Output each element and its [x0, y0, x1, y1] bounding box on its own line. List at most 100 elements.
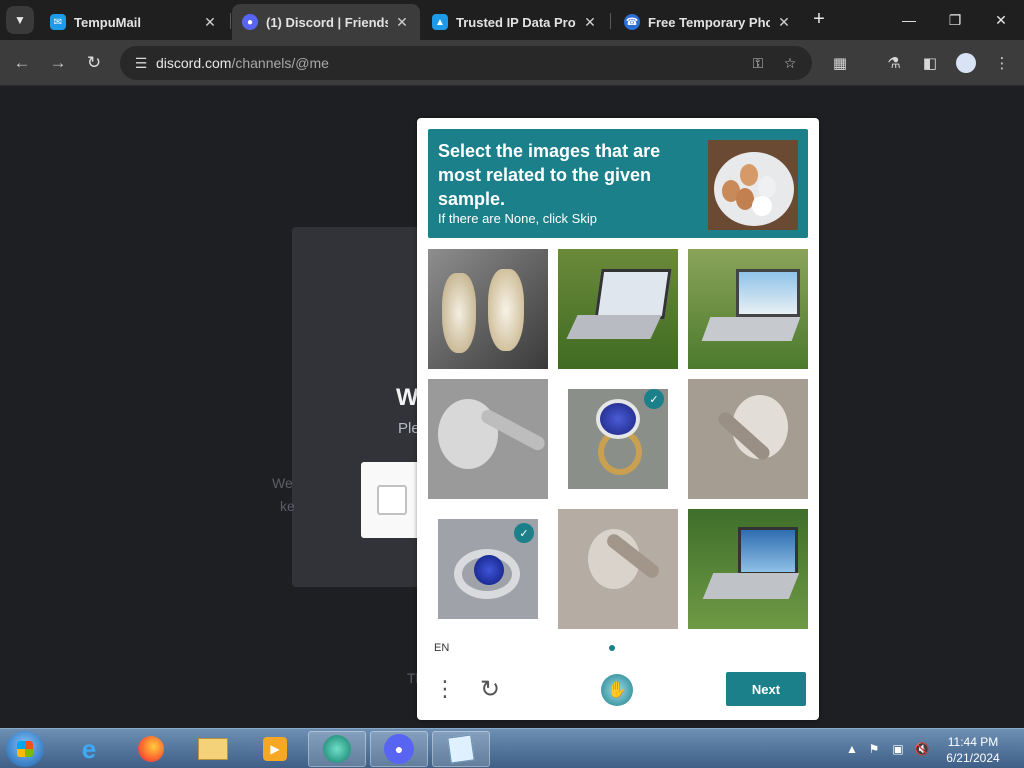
hcaptcha-checkbox[interactable]: [377, 485, 407, 515]
egg-shape: [758, 176, 776, 198]
faint-text: ke: [280, 498, 295, 514]
url-path: /channels/@me: [231, 55, 329, 71]
profile-avatar-icon[interactable]: [954, 51, 978, 75]
url-host: discord.com: [156, 55, 232, 71]
browser-menu-icon[interactable]: ⋮: [990, 51, 1014, 75]
sapphire-stone-shape: [596, 399, 640, 439]
laptop-screen-shape: [736, 269, 800, 317]
captcha-tile[interactable]: [428, 379, 548, 499]
laptop-screen-shape: [738, 527, 798, 575]
captcha-tile-selected[interactable]: ✓: [428, 509, 548, 629]
phone-favicon-icon: ☎: [624, 14, 640, 30]
captcha-tile[interactable]: [558, 249, 678, 369]
menu-kebab-icon[interactable]: ⋮: [434, 674, 456, 704]
tab-tempumail[interactable]: ✉ TempuMail ✕: [40, 4, 228, 40]
start-button[interactable]: [6, 731, 44, 767]
progress-dot: [609, 645, 615, 651]
tab-trusted-ip[interactable]: ▲ Trusted IP Data Provid ✕: [422, 4, 608, 40]
taskbar-app-open[interactable]: [308, 731, 366, 767]
close-tab-icon[interactable]: ✕: [394, 14, 410, 30]
close-icon: ✕: [995, 11, 1007, 28]
firefox-icon: [138, 736, 164, 762]
tab-title: (1) Discord | Friends: [266, 14, 388, 30]
laptop-on-grass-image: [688, 249, 808, 369]
taskbar-firefox[interactable]: [122, 731, 180, 767]
laptop-on-grass-image: [558, 249, 678, 369]
selected-check-icon: ✓: [644, 389, 664, 409]
captcha-tile[interactable]: [558, 509, 678, 629]
key-icon[interactable]: ⚿: [748, 53, 768, 73]
verification-heading: W: [396, 384, 419, 411]
arrow-left-icon: ←: [13, 53, 31, 72]
tab-title: Trusted IP Data Provid: [456, 14, 576, 30]
forward-button[interactable]: →: [44, 49, 72, 77]
pelican-image: [688, 379, 808, 499]
tempumail-favicon-icon: ✉: [50, 14, 66, 30]
close-tab-icon[interactable]: ✕: [582, 14, 598, 30]
captcha-tile[interactable]: [428, 249, 548, 369]
close-window-button[interactable]: ✕: [984, 6, 1018, 34]
captcha-tile[interactable]: [688, 509, 808, 629]
language-selector[interactable]: EN: [434, 642, 449, 654]
extensions-icon[interactable]: ▦: [828, 51, 852, 75]
taskbar-media-player[interactable]: ▶: [246, 731, 304, 767]
close-tab-icon[interactable]: ✕: [776, 14, 792, 30]
address-bar[interactable]: ☰ discord.com/channels/@me ⚿ ☆: [120, 46, 812, 80]
folder-icon: [198, 738, 228, 760]
tab-search-button[interactable]: ▼: [6, 6, 34, 34]
tab-title: TempuMail: [74, 14, 141, 30]
captcha-tile[interactable]: [688, 379, 808, 499]
captcha-prompt-subtitle: If there are None, click Skip: [438, 211, 597, 226]
browser-tab-strip: ▼ ✉ TempuMail ✕ ● (1) Discord | Friends …: [0, 0, 1024, 40]
earrings-image: [428, 249, 548, 369]
network-icon[interactable]: ▣: [890, 741, 906, 757]
taskbar-internet-explorer[interactable]: e: [60, 731, 118, 767]
show-hidden-icons-icon[interactable]: ▲: [844, 741, 860, 757]
egg-shape: [752, 196, 772, 216]
action-center-flag-icon[interactable]: ⚑: [866, 741, 882, 757]
taskbar-file-explorer[interactable]: [184, 731, 242, 767]
internet-explorer-icon: e: [81, 733, 97, 764]
side-panel-icon[interactable]: ◧: [918, 51, 942, 75]
reload-icon: ↻: [86, 53, 102, 72]
back-button[interactable]: ←: [8, 49, 36, 77]
arrow-right-icon: →: [49, 53, 67, 72]
earring-shape: [488, 269, 524, 351]
browser-toolbar: ← → ↻ ☰ discord.com/channels/@me ⚿ ☆ ▦ ⚗…: [0, 40, 1024, 86]
plus-icon: +: [813, 7, 825, 30]
reload-button[interactable]: ↻: [80, 49, 108, 77]
pelican-image: [558, 509, 678, 629]
laptop-on-grass-image: [688, 509, 808, 629]
captcha-tile-selected[interactable]: ✓: [558, 379, 678, 499]
close-tab-icon[interactable]: ✕: [202, 14, 218, 30]
windows-taskbar: e ▶ ● ▲ ⚑ ▣ 🔇 11:44 PM 6/21/2024: [0, 728, 1024, 768]
new-tab-button[interactable]: +: [808, 8, 830, 30]
refresh-challenge-icon[interactable]: ↻: [475, 674, 505, 704]
tab-separator: [230, 13, 231, 29]
laptop-base-shape: [701, 317, 801, 341]
bookmark-star-icon[interactable]: ☆: [780, 53, 800, 73]
minimize-button[interactable]: —: [892, 6, 926, 34]
tab-temporary-phone[interactable]: ☎ Free Temporary Phone ✕: [614, 4, 802, 40]
captcha-challenge-dialog: Select the images that are most related …: [417, 118, 819, 720]
egg-shape: [740, 164, 758, 186]
hcaptcha-logo-icon: ✋: [601, 674, 633, 706]
tab-separator: [610, 13, 611, 29]
volume-muted-icon[interactable]: 🔇: [914, 741, 930, 757]
chevron-down-icon: ▼: [14, 13, 26, 27]
tab-discord[interactable]: ● (1) Discord | Friends ✕: [232, 4, 420, 40]
notepad-icon: [447, 734, 475, 764]
taskbar-discord[interactable]: ●: [370, 731, 428, 767]
laptop-base-shape: [702, 573, 800, 599]
site-settings-icon[interactable]: ☰: [126, 55, 156, 72]
restore-button[interactable]: ❐: [938, 6, 972, 34]
system-clock[interactable]: 11:44 PM 6/21/2024: [938, 734, 1008, 766]
windows-logo-icon: [17, 741, 33, 757]
taskbar-notepad[interactable]: [432, 731, 490, 767]
next-button[interactable]: Next: [726, 672, 806, 706]
faint-text: We: [272, 475, 293, 491]
captcha-tile[interactable]: [688, 249, 808, 369]
laptop-screen-shape: [594, 269, 672, 319]
discord-favicon-icon: ●: [242, 14, 258, 30]
labs-flask-icon[interactable]: ⚗: [882, 51, 906, 75]
